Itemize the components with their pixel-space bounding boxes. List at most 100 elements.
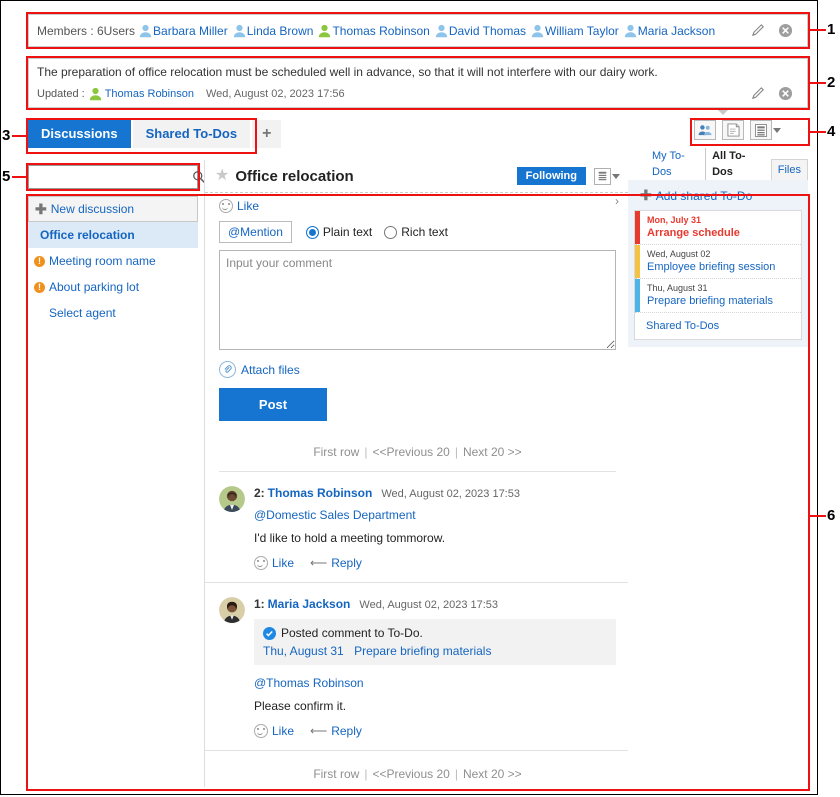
comment-input[interactable] — [219, 250, 616, 350]
mention-button[interactable]: @Mention — [219, 221, 292, 243]
members-icon — [698, 125, 712, 136]
previous-link[interactable]: <<Previous 20 — [372, 767, 449, 781]
discussion-item-select-agent[interactable]: Select agent — [28, 300, 198, 326]
comment-header: 1: Maria Jackson Wed, August 02, 2023 17… — [254, 597, 616, 611]
member-link-5[interactable]: Maria Jackson — [624, 24, 715, 38]
todo-date: Mon, July 31 — [647, 215, 702, 225]
shared-todos-link[interactable]: Shared To-Dos — [635, 313, 801, 339]
manage-members-button[interactable] — [694, 120, 716, 140]
star-icon[interactable]: ★ — [215, 168, 229, 184]
member-link-3[interactable]: David Thomas — [435, 24, 526, 38]
discussion-detail-panel: ★ Office relocation Following Like @Ment… — [204, 160, 628, 787]
page-title: Office relocation — [235, 167, 354, 185]
options-menu-button[interactable] — [750, 120, 772, 140]
todos-body: › ✚ Add shared To-Do Mon, July 31 Arrang… — [615, 180, 808, 347]
discussion-item-about-parking-lot[interactable]: ! About parking lot — [28, 274, 198, 300]
list-item[interactable]: Thu, August 31 Prepare briefing material… — [635, 279, 801, 313]
chevron-right-icon[interactable]: › — [615, 194, 619, 208]
member-link-4[interactable]: William Taylor — [531, 24, 619, 38]
post-button[interactable]: Post — [219, 388, 327, 421]
topic-options-button[interactable] — [594, 167, 611, 185]
discussion-item-label: Meeting room name — [49, 254, 156, 268]
options-menu-group[interactable] — [750, 120, 781, 140]
new-discussion-button[interactable]: ✚ New discussion — [28, 196, 198, 222]
todo-text: Wed, August 02 Employee briefing session — [640, 245, 780, 278]
member-name: David Thomas — [448, 23, 526, 38]
paperclip-icon — [219, 361, 236, 378]
rich-text-radio[interactable]: Rich text — [384, 225, 448, 239]
comment-like-button[interactable]: Like — [254, 556, 294, 570]
like-button[interactable]: Like — [219, 199, 259, 213]
add-shared-todo-button[interactable]: ✚ Add shared To-Do — [634, 185, 802, 210]
member-link-2[interactable]: Thomas Robinson — [318, 24, 430, 38]
next-link[interactable]: Next 20 >> — [463, 445, 522, 459]
first-row-link[interactable]: First row — [313, 767, 359, 781]
tab-files[interactable]: Files — [770, 159, 808, 180]
edit-description-button[interactable] — [722, 120, 744, 140]
reply-arrow-icon: ⟵ — [310, 724, 328, 738]
list-item[interactable]: Mon, July 31 Arrange schedule — [635, 211, 801, 245]
todo-quote-title[interactable]: Prepare briefing materials — [354, 644, 491, 658]
main-tabs: Discussions Shared To-Dos + — [28, 120, 283, 148]
comment-like-button[interactable]: Like — [254, 724, 294, 738]
new-discussion-label: New discussion — [50, 202, 135, 216]
previous-link[interactable]: <<Previous 20 — [372, 445, 449, 459]
attach-row: Attach files — [219, 361, 616, 378]
topic-like-row: Like — [205, 193, 628, 219]
tab-all-todos[interactable]: All To-Dos — [705, 148, 767, 180]
comment-author-link[interactable]: Maria Jackson — [268, 597, 351, 611]
todo-date: Thu, August 31 — [647, 283, 708, 293]
first-row-link[interactable]: First row — [313, 445, 359, 459]
callout-leader-1 — [808, 29, 826, 31]
pager-top: First row | <<Previous 20 | Next 20 >> — [219, 429, 616, 472]
chevron-down-icon[interactable] — [773, 127, 781, 133]
list-item[interactable]: Wed, August 02 Employee briefing session — [635, 245, 801, 279]
close-circle-icon[interactable] — [778, 23, 793, 38]
unread-flag-icon: ! — [34, 281, 45, 293]
todo-quote-block: Posted comment to To-Do. Thu, August 31 … — [254, 619, 616, 665]
description-text: The preparation of office relocation mus… — [37, 65, 658, 79]
tab-add-button[interactable]: + — [252, 120, 282, 148]
plain-text-label: Plain text — [322, 225, 373, 239]
comment-reply-button[interactable]: ⟵ Reply — [310, 556, 362, 570]
tab-discussions[interactable]: Discussions — [28, 120, 131, 148]
next-link[interactable]: Next 20 >> — [463, 767, 522, 781]
comment-mention[interactable]: @Thomas Robinson — [254, 676, 616, 690]
search-box[interactable] — [28, 165, 206, 189]
todo-text: Mon, July 31 Arrange schedule — [640, 211, 745, 244]
comment-author-link[interactable]: Thomas Robinson — [268, 486, 373, 500]
chevron-down-icon[interactable] — [612, 173, 620, 179]
plain-text-radio[interactable]: Plain text — [305, 225, 373, 239]
pencil-icon[interactable] — [751, 86, 766, 101]
comment-timestamp: Wed, August 02, 2023 17:53 — [381, 488, 520, 500]
search-input[interactable] — [29, 167, 192, 187]
attach-files-button[interactable]: Attach files — [219, 361, 300, 378]
description-box: The preparation of office relocation mus… — [28, 58, 808, 108]
member-link-0[interactable]: Barbara Miller — [139, 24, 228, 38]
comment-mention[interactable]: @Domestic Sales Department — [254, 508, 616, 522]
member-link-1[interactable]: Linda Brown — [233, 24, 313, 38]
pencil-icon[interactable] — [751, 23, 766, 38]
tab-my-todos[interactable]: My To-Dos — [646, 148, 705, 180]
todo-title[interactable]: Prepare briefing materials — [647, 294, 773, 308]
todo-quote-date[interactable]: Thu, August 31 — [263, 644, 344, 658]
discussion-item-label: Office relocation — [40, 228, 135, 242]
list-menu-icon — [598, 171, 607, 181]
updated-by-link[interactable]: Thomas Robinson — [105, 88, 194, 100]
members-bar-actions — [751, 23, 799, 38]
close-circle-icon[interactable] — [778, 86, 793, 101]
callout-number-2: 2 — [827, 74, 836, 91]
todo-title[interactable]: Arrange schedule — [647, 226, 740, 240]
following-button[interactable]: Following — [516, 167, 586, 185]
todos-tabs: My To-Dos All To-Dos Files — [628, 148, 808, 180]
discussion-item-meeting-room-name[interactable]: ! Meeting room name — [28, 248, 198, 274]
todo-title[interactable]: Employee briefing session — [647, 260, 775, 274]
comment-reply-button[interactable]: ⟵ Reply — [310, 724, 362, 738]
plus-icon: ✚ — [35, 201, 47, 217]
comment-number: 1: — [254, 597, 265, 611]
todo-list: Mon, July 31 Arrange schedule Wed, Augus… — [634, 210, 802, 340]
tab-shared-todos[interactable]: Shared To-Dos — [132, 120, 251, 148]
callout-number-3: 3 — [2, 127, 11, 144]
discussion-item-office-relocation[interactable]: Office relocation — [28, 222, 198, 248]
callout-leader-2 — [808, 82, 826, 84]
